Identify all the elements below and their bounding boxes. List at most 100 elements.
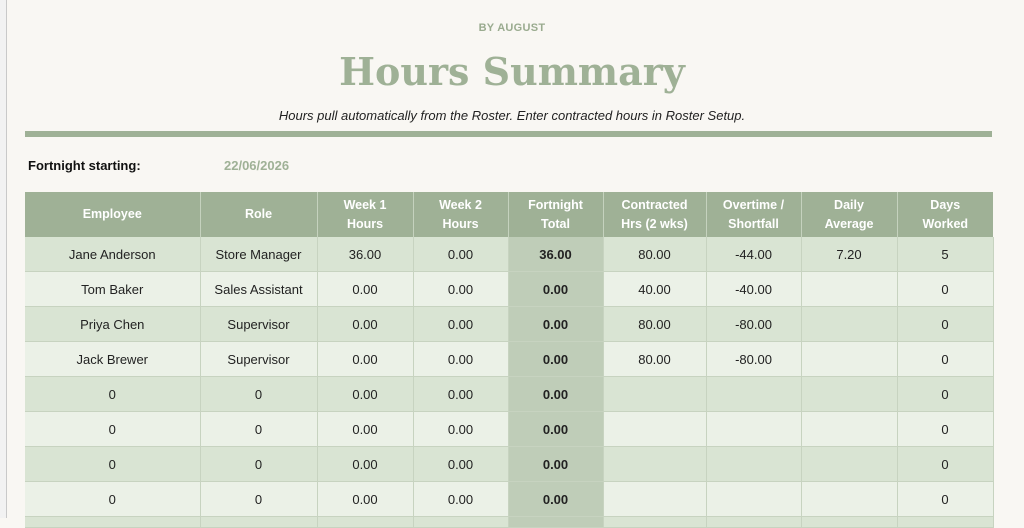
- table-header-row: Employee Role Week 1 Hours Week 2 Hours Fo…: [25, 192, 993, 237]
- cell-week2[interactable]: 0.00: [413, 376, 509, 412]
- cell-role[interactable]: [200, 516, 318, 528]
- cell-employee[interactable]: [25, 516, 201, 528]
- header-daily-average[interactable]: Daily Average: [801, 192, 898, 237]
- cell-role[interactable]: Supervisor: [200, 306, 318, 342]
- cell-daily[interactable]: [801, 306, 898, 342]
- cell-days[interactable]: [897, 516, 994, 528]
- cell-week1[interactable]: 0.00: [317, 446, 414, 482]
- cell-week1[interactable]: 0.00: [317, 306, 414, 342]
- cell-week2[interactable]: 0.00: [413, 306, 509, 342]
- cell-daily[interactable]: [801, 376, 898, 412]
- cell-week2[interactable]: 0.00: [413, 237, 509, 272]
- cell-employee[interactable]: 0: [25, 376, 201, 412]
- cell-week2[interactable]: 0.00: [413, 411, 509, 447]
- cell-employee[interactable]: 0: [25, 446, 201, 482]
- cell-total[interactable]: 36.00: [508, 237, 604, 272]
- cell-role[interactable]: 0: [200, 446, 318, 482]
- cell-week2[interactable]: [413, 516, 509, 528]
- cell-overtime[interactable]: [706, 411, 802, 447]
- cell-employee[interactable]: Jane Anderson: [25, 237, 201, 272]
- cell-contracted[interactable]: 80.00: [603, 306, 707, 342]
- cell-week1[interactable]: 0.00: [317, 271, 414, 307]
- fortnight-value[interactable]: 22/06/2026: [224, 158, 289, 173]
- cell-role[interactable]: 0: [200, 376, 318, 412]
- cell-days[interactable]: 5: [897, 237, 994, 272]
- cell-contracted[interactable]: [603, 411, 707, 447]
- cell-daily[interactable]: [801, 271, 898, 307]
- header-week2-hours[interactable]: Week 2 Hours: [413, 192, 509, 237]
- cell-contracted[interactable]: [603, 481, 707, 517]
- cell-overtime[interactable]: [706, 481, 802, 517]
- cell-days[interactable]: 0: [897, 411, 994, 447]
- cell-role[interactable]: Sales Assistant: [200, 271, 318, 307]
- table-row: 0 0 0.00 0.00 0.00 0: [25, 481, 994, 517]
- cell-overtime[interactable]: -80.00: [706, 306, 802, 342]
- cell-daily[interactable]: [801, 411, 898, 447]
- header-employee[interactable]: Employee: [25, 192, 201, 237]
- cell-total[interactable]: 0.00: [508, 411, 604, 447]
- cell-contracted[interactable]: 80.00: [603, 237, 707, 272]
- cell-days[interactable]: 0: [897, 481, 994, 517]
- cell-overtime[interactable]: -44.00: [706, 237, 802, 272]
- cell-role[interactable]: Supervisor: [200, 341, 318, 377]
- cell-employee[interactable]: Tom Baker: [25, 271, 201, 307]
- cell-employee[interactable]: Priya Chen: [25, 306, 201, 342]
- header-days-worked[interactable]: Days Worked: [897, 192, 993, 237]
- cell-days[interactable]: 0: [897, 306, 994, 342]
- cell-role[interactable]: 0: [200, 411, 318, 447]
- table-row: 0 0 0.00 0.00 0.00 0: [25, 376, 994, 412]
- cell-daily[interactable]: 7.20: [801, 237, 898, 272]
- cell-contracted[interactable]: 40.00: [603, 271, 707, 307]
- cell-week2[interactable]: 0.00: [413, 341, 509, 377]
- cell-overtime[interactable]: [706, 446, 802, 482]
- header-contracted-hours[interactable]: Contracted Hrs (2 wks): [603, 192, 707, 237]
- header-fortnight-total[interactable]: Fortnight Total: [508, 192, 604, 237]
- table-row: Jack Brewer Supervisor 0.00 0.00 0.00 80…: [25, 341, 994, 377]
- cell-week1[interactable]: 0.00: [317, 411, 414, 447]
- cell-week1[interactable]: 0.00: [317, 376, 414, 412]
- cell-daily[interactable]: [801, 341, 898, 377]
- table-row: 0 0 0.00 0.00 0.00 0: [25, 446, 994, 482]
- cell-daily[interactable]: [801, 516, 898, 528]
- cell-week1[interactable]: [317, 516, 414, 528]
- table-row: Jane Anderson Store Manager 36.00 0.00 3…: [25, 237, 994, 272]
- cell-total[interactable]: 0.00: [508, 446, 604, 482]
- cell-week2[interactable]: 0.00: [413, 271, 509, 307]
- cell-total[interactable]: 0.00: [508, 341, 604, 377]
- cell-week1[interactable]: 36.00: [317, 237, 414, 272]
- cell-days[interactable]: 0: [897, 341, 994, 377]
- cell-total[interactable]: 0.00: [508, 271, 604, 307]
- cell-total[interactable]: 0.00: [508, 376, 604, 412]
- cell-overtime[interactable]: [706, 516, 802, 528]
- cell-days[interactable]: 0: [897, 376, 994, 412]
- page-subtitle: Hours pull automatically from the Roster…: [278, 108, 746, 123]
- cell-role[interactable]: Store Manager: [200, 237, 318, 272]
- cell-overtime[interactable]: -40.00: [706, 271, 802, 307]
- cell-role[interactable]: 0: [200, 481, 318, 517]
- cell-week2[interactable]: 0.00: [413, 481, 509, 517]
- cell-total[interactable]: 0.00: [508, 306, 604, 342]
- cell-daily[interactable]: [801, 446, 898, 482]
- cell-contracted[interactable]: [603, 446, 707, 482]
- header-role[interactable]: Role: [200, 192, 318, 237]
- cell-week2[interactable]: 0.00: [413, 446, 509, 482]
- cell-total[interactable]: 0.00: [508, 481, 604, 517]
- fortnight-label: Fortnight starting:: [28, 158, 141, 173]
- cell-days[interactable]: 0: [897, 446, 994, 482]
- cell-contracted[interactable]: [603, 516, 707, 528]
- cell-contracted[interactable]: [603, 376, 707, 412]
- cell-daily[interactable]: [801, 481, 898, 517]
- cell-overtime[interactable]: [706, 376, 802, 412]
- cell-overtime[interactable]: -80.00: [706, 341, 802, 377]
- cell-contracted[interactable]: 80.00: [603, 341, 707, 377]
- cell-week1[interactable]: 0.00: [317, 341, 414, 377]
- cell-employee[interactable]: 0: [25, 411, 201, 447]
- cell-employee[interactable]: 0: [25, 481, 201, 517]
- cell-employee[interactable]: Jack Brewer: [25, 341, 201, 377]
- cell-total[interactable]: [508, 516, 604, 528]
- header-week1-hours[interactable]: Week 1 Hours: [317, 192, 414, 237]
- header-overtime-shortfall[interactable]: Overtime / Shortfall: [706, 192, 802, 237]
- cell-days[interactable]: 0: [897, 271, 994, 307]
- cell-week1[interactable]: 0.00: [317, 481, 414, 517]
- table-row: Priya Chen Supervisor 0.00 0.00 0.00 80.…: [25, 306, 994, 342]
